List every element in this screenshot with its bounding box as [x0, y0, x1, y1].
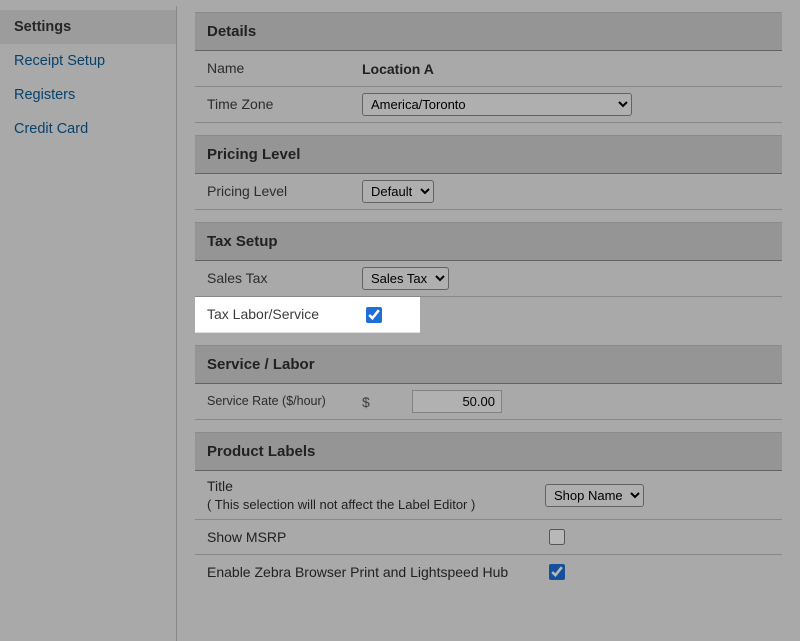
section-service: Service / Labor Service Rate ($/hour) $: [195, 345, 782, 420]
sidebar-heading-settings[interactable]: Settings: [0, 10, 176, 44]
section-details: Details Name Location A Time Zone Americ…: [195, 12, 782, 123]
section-header-pricing: Pricing Level: [195, 135, 782, 174]
settings-page: Settings Receipt Setup Registers Credit …: [0, 0, 800, 641]
row-show-msrp: Show MSRP: [195, 520, 782, 555]
layout-columns: Settings Receipt Setup Registers Credit …: [0, 0, 800, 641]
show-msrp-label: Show MSRP: [207, 528, 545, 547]
name-value: Location A: [362, 61, 434, 77]
tax-labor-label: Tax Labor/Service: [207, 306, 362, 324]
timezone-select[interactable]: America/Toronto: [362, 93, 632, 116]
row-service-rate: Service Rate ($/hour) $: [195, 384, 782, 420]
label-title-text: Title ( This selection will not affect t…: [207, 477, 545, 513]
main-content: Details Name Location A Time Zone Americ…: [177, 6, 800, 641]
label-title-line1: Title: [207, 477, 545, 496]
sidebar-item-credit-card[interactable]: Credit Card: [0, 112, 176, 146]
row-sales-tax: Sales Tax Sales Tax: [195, 261, 782, 297]
tax-labor-checkbox[interactable]: [366, 307, 382, 323]
timezone-label: Time Zone: [207, 96, 362, 114]
sidebar-item-registers[interactable]: Registers: [0, 78, 176, 112]
row-timezone: Time Zone America/Toronto: [195, 87, 782, 123]
row-tax-labor-service: Tax Labor/Service: [195, 297, 420, 333]
section-product-labels: Product Labels Title ( This selection wi…: [195, 432, 782, 589]
sidebar-item-receipt-setup[interactable]: Receipt Setup: [0, 44, 176, 78]
section-header-details: Details: [195, 12, 782, 51]
pricing-level-select[interactable]: Default: [362, 180, 434, 203]
pricing-level-label: Pricing Level: [207, 183, 362, 201]
section-header-tax: Tax Setup: [195, 222, 782, 261]
service-rate-input[interactable]: [412, 390, 502, 413]
enable-zebra-label: Enable Zebra Browser Print and Lightspee…: [207, 563, 545, 582]
sales-tax-select[interactable]: Sales Tax: [362, 267, 449, 290]
show-msrp-checkbox[interactable]: [549, 529, 565, 545]
section-tax: Tax Setup Sales Tax Sales Tax Tax Labor/…: [195, 222, 782, 333]
section-pricing: Pricing Level Pricing Level Default: [195, 135, 782, 210]
service-rate-label: Service Rate ($/hour): [207, 394, 362, 410]
row-enable-zebra: Enable Zebra Browser Print and Lightspee…: [195, 555, 782, 589]
name-label: Name: [207, 60, 362, 78]
section-header-product-labels: Product Labels: [195, 432, 782, 471]
row-pricing-level: Pricing Level Default: [195, 174, 782, 210]
sidebar: Settings Receipt Setup Registers Credit …: [0, 6, 177, 641]
label-title-line2: ( This selection will not affect the Lab…: [207, 496, 545, 514]
service-rate-prefix: $: [362, 394, 412, 410]
label-title-select[interactable]: Shop Name: [545, 484, 644, 507]
row-label-title: Title ( This selection will not affect t…: [195, 471, 782, 520]
row-name: Name Location A: [195, 51, 782, 87]
section-header-service: Service / Labor: [195, 345, 782, 384]
enable-zebra-checkbox[interactable]: [549, 564, 565, 580]
sales-tax-label: Sales Tax: [207, 270, 362, 288]
